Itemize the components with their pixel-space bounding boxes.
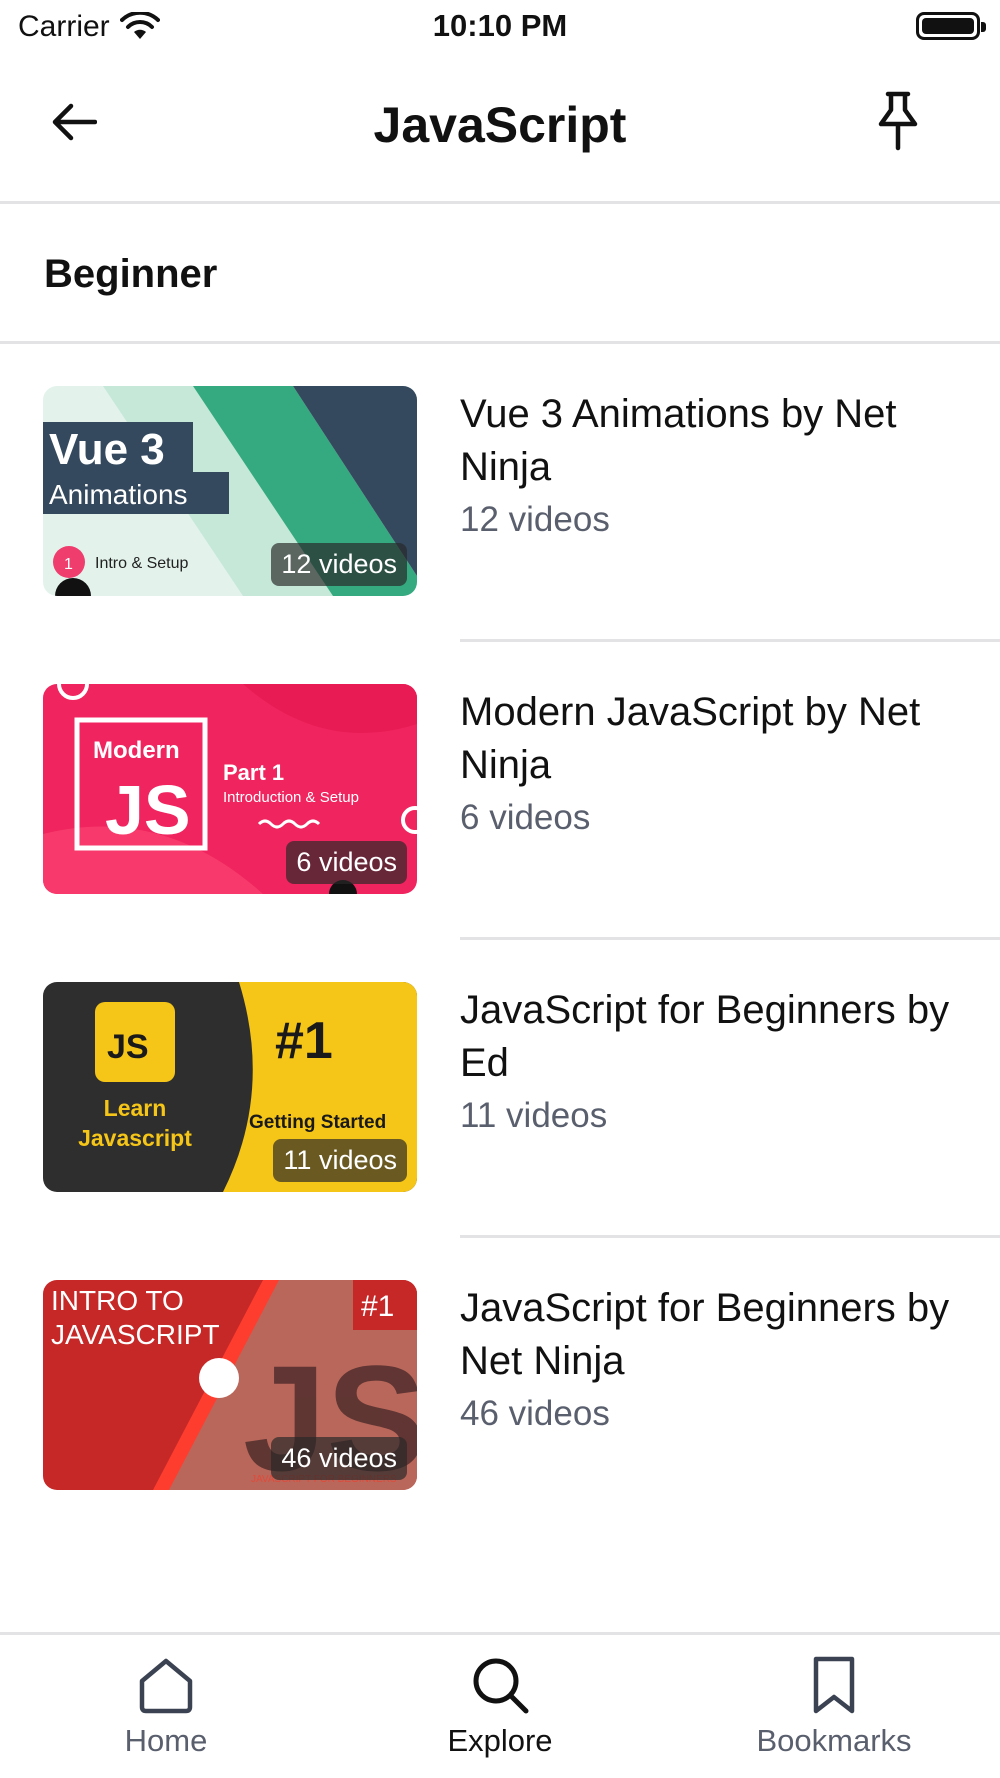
tab-home-label: Home: [124, 1723, 208, 1758]
tab-home[interactable]: Home: [56, 1653, 276, 1759]
thumb-line-1: INTRO TO: [51, 1285, 184, 1316]
playlist-video-count: 11 videos: [460, 1096, 608, 1135]
home-icon: [139, 1658, 193, 1714]
bookmark-icon: [813, 1656, 855, 1714]
thumb-learn-2: Javascript: [78, 1125, 192, 1151]
thumb-heading-1: Vue 3: [49, 425, 165, 474]
thumb-subtitle: Introduction & Setup: [223, 789, 359, 806]
thumb-box-main: JS: [105, 771, 191, 849]
playlist-title: Modern JavaScript by Net Ninja: [460, 690, 921, 787]
video-count-badge: 12 videos: [271, 543, 407, 586]
thumb-step-number: 1: [64, 556, 73, 573]
thumb-number: #1: [275, 1012, 333, 1070]
playlist-thumbnail: Vue 3 Animations 1 Intro & Setup 12 vide…: [43, 386, 417, 596]
playlist-title: JavaScript for Beginners by Net Ninja: [460, 1286, 950, 1383]
nav-header: JavaScript: [0, 56, 1000, 204]
video-count-badge: 11 videos: [273, 1139, 407, 1182]
playlist-title: JavaScript for Beginners by Ed: [460, 988, 950, 1085]
playlist-title: Vue 3 Animations by Net Ninja: [460, 392, 897, 489]
thumb-logo: JS: [107, 1028, 149, 1066]
thumb-heading-2: Animations: [49, 479, 188, 510]
search-icon: [473, 1658, 529, 1714]
video-count-badge: 6 videos: [286, 841, 407, 884]
section-title: Beginner: [44, 252, 218, 296]
playlist-thumbnail: JS Learn Javascript #1 Getting Started 1…: [43, 982, 417, 1192]
status-bar: Carrier 10:10 PM: [0, 0, 1000, 56]
pin-icon: [878, 91, 918, 151]
thumb-line-2: JAVASCRIPT: [51, 1319, 220, 1350]
playlist-thumbnail: Modern JS Part 1 Introduction & Setup 6 …: [43, 684, 417, 894]
tab-explore-label: Explore: [447, 1723, 553, 1758]
thumb-step-label: Intro & Setup: [95, 555, 188, 572]
section-header: Beginner: [0, 204, 1000, 344]
playlist-thumbnail: #1 INTRO TO JAVASCRIPT JS JAVASCRIPT FOR…: [43, 1280, 417, 1490]
thumb-subtitle: Getting Started: [249, 1112, 386, 1133]
thumb-number: #1: [361, 1290, 394, 1323]
tab-bookmarks-label: Bookmarks: [756, 1723, 912, 1758]
playlist-item-javascript-beginners-ed[interactable]: JS Learn Javascript #1 Getting Started 1…: [0, 940, 1000, 1238]
playlist-video-count: 12 videos: [460, 500, 610, 539]
tab-explore[interactable]: Explore: [390, 1653, 610, 1759]
pin-button[interactable]: [866, 86, 930, 156]
playlist-item-javascript-beginners-net-ninja[interactable]: #1 INTRO TO JAVASCRIPT JS JAVASCRIPT FOR…: [0, 1238, 1000, 1536]
thumb-part: Part 1: [223, 760, 284, 785]
playlist-item-vue-animations[interactable]: Vue 3 Animations 1 Intro & Setup 12 vide…: [0, 344, 1000, 642]
thumb-box-top: Modern: [93, 737, 180, 764]
page-title: JavaScript: [373, 97, 627, 153]
playlist-video-count: 46 videos: [460, 1394, 610, 1433]
tab-bar: Home Explore Bookmarks: [0, 1632, 1000, 1778]
thumb-learn-1: Learn: [104, 1095, 167, 1121]
playlist-video-count: 6 videos: [460, 798, 591, 837]
tab-bookmarks[interactable]: Bookmarks: [724, 1653, 944, 1759]
status-time: 10:10 PM: [432, 8, 568, 43]
playlist-item-modern-javascript[interactable]: Modern JS Part 1 Introduction & Setup 6 …: [0, 642, 1000, 940]
battery-icon: [916, 12, 986, 40]
video-count-badge: 46 videos: [271, 1437, 407, 1480]
